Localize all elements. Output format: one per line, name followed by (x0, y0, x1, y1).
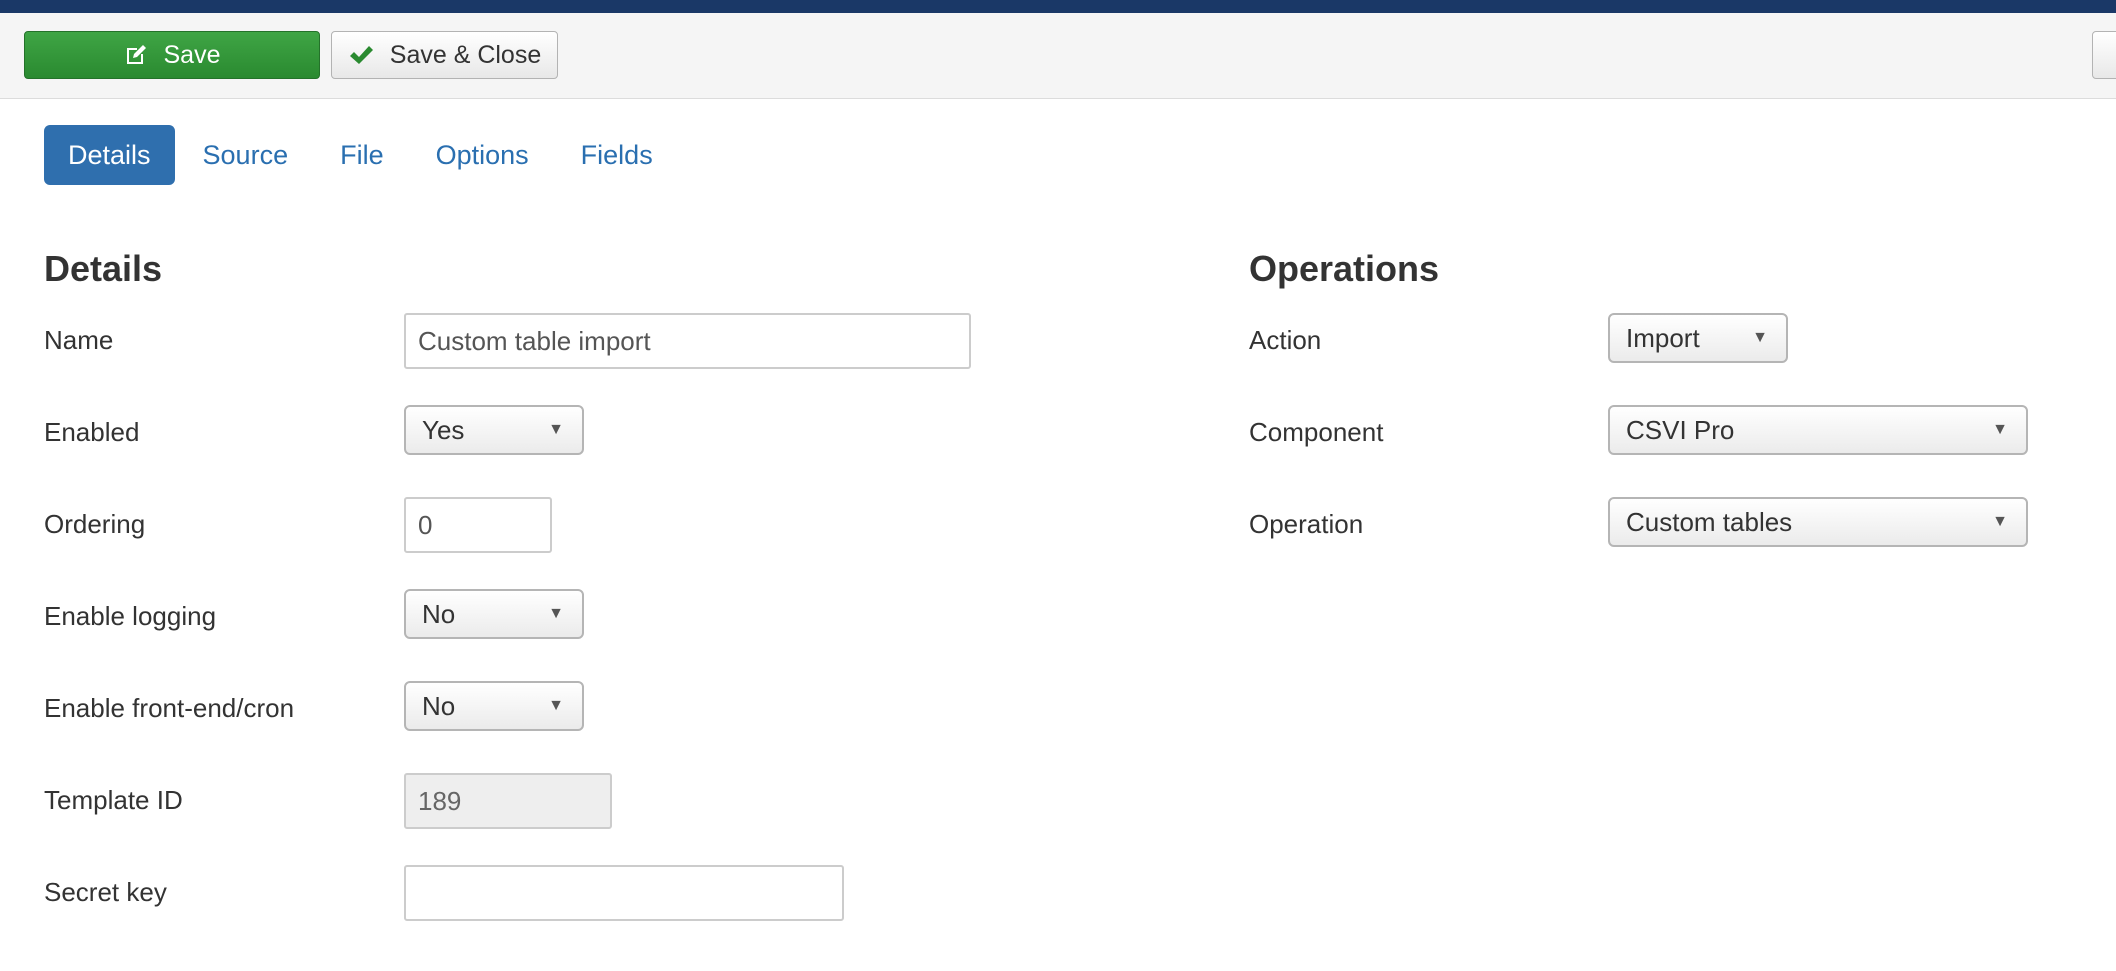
logging-label: Enable logging (44, 601, 217, 631)
ordering-input[interactable]: 0 (404, 497, 552, 553)
ordering-label: Ordering (44, 509, 146, 539)
operation-select-value: Custom tables (1626, 507, 1793, 537)
template-id-field: 189 (404, 773, 612, 829)
edit-icon (124, 43, 148, 67)
secret-key-input[interactable] (404, 865, 844, 921)
component-select[interactable]: CSVI Pro ▼ (1608, 405, 2028, 455)
toolbar-edge-button[interactable] (2092, 31, 2116, 79)
caret-down-icon: ▼ (548, 605, 564, 622)
save-button-label: Save (163, 40, 221, 69)
check-icon (348, 44, 374, 66)
component-select-value: CSVI Pro (1626, 415, 1735, 445)
logging-select-value: No (422, 599, 456, 629)
save-close-button[interactable]: Save & Close (331, 31, 558, 79)
caret-down-icon: ▼ (548, 421, 564, 438)
tab-options[interactable]: Options (412, 125, 553, 185)
operation-select[interactable]: Custom tables ▼ (1608, 497, 2028, 547)
top-bar (0, 0, 2116, 13)
caret-down-icon: ▼ (1752, 329, 1768, 346)
tab-file[interactable]: File (316, 125, 408, 185)
action-label: Action (1249, 325, 1322, 355)
frontend-select[interactable]: No ▼ (404, 681, 584, 731)
tab-fields[interactable]: Fields (557, 125, 677, 185)
logging-select[interactable]: No ▼ (404, 589, 584, 639)
operation-label: Operation (1249, 509, 1364, 539)
tab-source[interactable]: Source (179, 125, 313, 185)
name-input[interactable]: Custom table import (404, 313, 971, 369)
caret-down-icon: ▼ (548, 697, 564, 714)
details-heading: Details (44, 248, 163, 289)
caret-down-icon: ▼ (1992, 513, 2008, 530)
tab-bar: Details Source File Options Fields (44, 125, 681, 185)
tab-details[interactable]: Details (44, 125, 175, 185)
enabled-select-value: Yes (422, 415, 465, 445)
toolbar: Save Save & Close (0, 13, 2116, 99)
caret-down-icon: ▼ (1992, 421, 2008, 438)
action-select[interactable]: Import ▼ (1608, 313, 1788, 363)
enabled-select[interactable]: Yes ▼ (404, 405, 584, 455)
save-close-button-label: Save & Close (389, 40, 542, 69)
action-select-value: Import (1626, 323, 1700, 353)
frontend-label: Enable front-end/cron (44, 693, 295, 723)
component-label: Component (1249, 417, 1384, 447)
operations-heading: Operations (1249, 248, 1440, 289)
template-id-label: Template ID (44, 785, 183, 815)
secret-key-label: Secret key (44, 877, 167, 907)
name-label: Name (44, 325, 114, 355)
frontend-select-value: No (422, 691, 456, 721)
save-button[interactable]: Save (24, 31, 320, 79)
enabled-label: Enabled (44, 417, 140, 447)
